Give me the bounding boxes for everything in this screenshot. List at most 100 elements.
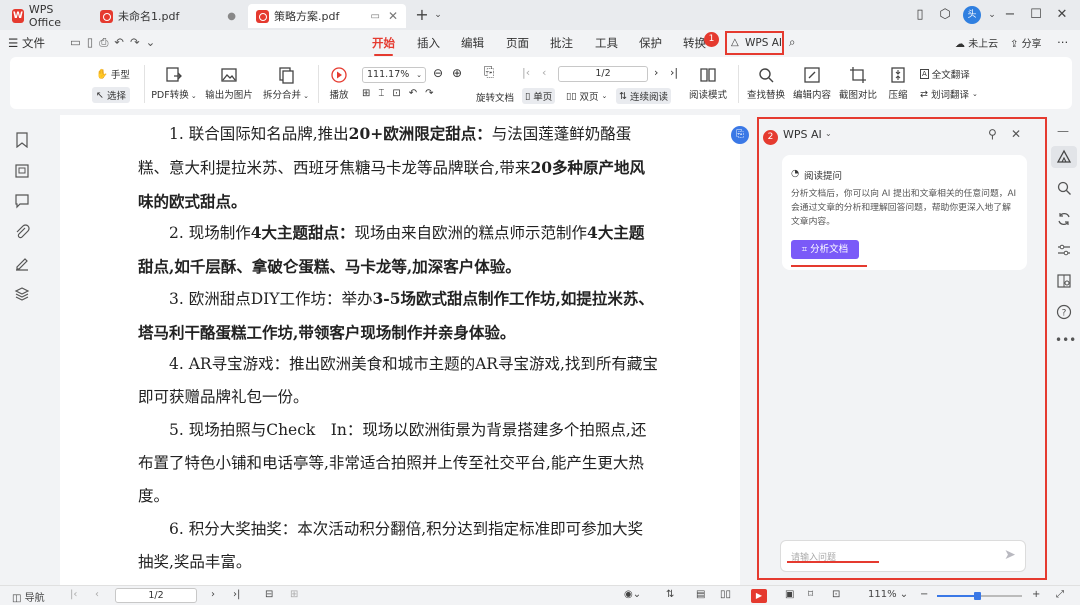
nav-toggle[interactable]: ◫ 导航 (12, 589, 45, 604)
single-page-button[interactable]: ▯ 单页 (522, 88, 556, 104)
cube-icon[interactable]: ⬡ (937, 7, 953, 23)
fit-icon[interactable]: ⎘ (484, 65, 494, 80)
menu-file[interactable]: ☰ 文件 (8, 35, 45, 51)
select-tool-button[interactable]: ↖ 选择 (92, 87, 130, 103)
prev-page-icon[interactable]: ‹ (95, 589, 99, 600)
play-status-icon[interactable]: ▶ (751, 589, 767, 603)
next-page-icon[interactable]: › (654, 66, 658, 79)
layers-icon[interactable] (14, 286, 30, 302)
single-view-icon[interactable]: ▤ (696, 589, 705, 600)
avatar[interactable]: 头 (963, 6, 981, 24)
play-button[interactable]: 播放 (324, 66, 354, 101)
menu-protect[interactable]: 保护 (639, 35, 662, 51)
sync-icon[interactable] (1056, 211, 1072, 227)
menu-start[interactable]: 开始 (372, 35, 395, 56)
search-icon[interactable] (1056, 180, 1072, 196)
view-tools-icons[interactable]: ⊞⌶⊡↶↷ (362, 88, 442, 99)
ai-float-icon[interactable]: ⎘ (731, 126, 749, 144)
prev-page-icon[interactable]: ‹ (542, 66, 546, 79)
wps-ai-icon[interactable] (1056, 149, 1072, 165)
export-image-button[interactable]: 输出为图片 (203, 66, 255, 101)
tab-window-icon[interactable]: ▭ (371, 11, 380, 22)
read-mode-button[interactable]: 阅读模式 (686, 66, 730, 101)
more-icon[interactable]: ••• (1055, 333, 1076, 347)
zoom-slider[interactable] (937, 592, 1022, 600)
layout-icon[interactable]: ▯ (912, 7, 928, 23)
tab-strategy-pdf[interactable]: 策略方案.pdf ▭ ✕ (248, 4, 406, 28)
status-page-input[interactable]: 1/2 (115, 588, 197, 603)
zoom-out-icon[interactable]: ⊖ (433, 66, 443, 80)
attachment-icon[interactable] (14, 224, 30, 240)
tab-close-icon[interactable]: ✕ (388, 9, 398, 23)
forward-icon[interactable]: ⊞ (290, 589, 298, 600)
menu-page[interactable]: 页面 (506, 35, 529, 51)
zoom-slider-thumb[interactable] (974, 592, 981, 600)
last-page-icon[interactable]: ›| (233, 589, 240, 600)
new-tab-button[interactable]: + (414, 7, 430, 23)
search-icon[interactable]: ⌕ (789, 35, 795, 50)
share-button[interactable]: ⇪ 分享 (1010, 35, 1042, 50)
close-icon[interactable]: ✕ (1011, 127, 1021, 141)
first-page-icon[interactable]: |‹ (70, 589, 77, 600)
zoom-out-icon[interactable]: − (920, 589, 928, 600)
more-icon[interactable]: ⋯ (1057, 35, 1069, 49)
back-icon[interactable]: ⊟ (265, 589, 273, 600)
menu-tools[interactable]: 工具 (595, 35, 618, 51)
fit-width-icon[interactable]: ⌑ (808, 589, 813, 600)
tab-wps-office[interactable]: W WPS Office (4, 3, 88, 29)
send-icon[interactable]: ➤ (1004, 547, 1016, 563)
split-merge-button[interactable]: 拆分合并 ⌄ (260, 66, 312, 101)
chevron-down-icon[interactable]: ⌄ (825, 129, 832, 138)
pin-icon[interactable]: ⚲ (988, 127, 997, 141)
last-page-icon[interactable]: ›| (670, 66, 678, 79)
signature-icon[interactable] (14, 255, 30, 271)
zoom-in-icon[interactable]: + (1032, 589, 1040, 600)
first-page-icon[interactable]: |‹ (522, 66, 530, 79)
actual-size-icon[interactable]: ⊡ (832, 589, 840, 600)
tab-unnamed-pdf[interactable]: 未命名1.pdf ● (92, 4, 244, 28)
pdf-convert-button[interactable]: PDF转换 ⌄ (150, 66, 198, 101)
continuous-view-icon[interactable]: ⇅ (666, 589, 674, 600)
wps-ai-menu-highlight[interactable]: △ WPS AI (725, 31, 784, 55)
zoom-select[interactable]: 111.17% ⌄ (362, 67, 426, 83)
edit-content-button[interactable]: 编辑内容 (790, 66, 834, 101)
full-translate-button[interactable]: A 全文翻译 (920, 67, 970, 81)
fit-page-icon[interactable]: ▣ (785, 589, 794, 600)
chevron-down-icon[interactable]: ⌄ (984, 7, 1000, 23)
menu-annotate[interactable]: 批注 (550, 35, 573, 51)
double-page-button[interactable]: ▯▯ 双页 ⌄ (566, 89, 607, 104)
compress-button[interactable]: 压缩 (882, 66, 914, 101)
tab-dot-icon[interactable]: ● (227, 11, 236, 22)
menu-edit[interactable]: 编辑 (461, 35, 484, 51)
menu-insert[interactable]: 插入 (417, 35, 440, 51)
continuous-read-button[interactable]: ⇅ 连续阅读 (616, 88, 671, 104)
find-replace-button[interactable]: 查找替换 (744, 66, 788, 101)
maximize-icon[interactable]: ☐ (1028, 7, 1044, 23)
screenshot-compare-button[interactable]: 截图对比 (836, 66, 880, 101)
chevron-down-icon[interactable]: ⌄ (430, 7, 446, 23)
close-icon[interactable]: ✕ (1054, 7, 1070, 23)
zoom-in-icon[interactable]: ⊕ (452, 66, 462, 80)
document-page[interactable]: 1. 联合国际知名品牌,推出20+欧洲限定甜点：与法国莲蓬鲜奶酪蛋糕、意大利提拉… (60, 115, 740, 585)
analyze-document-button[interactable]: ⌗ 分析文档 (791, 240, 859, 259)
minimize-icon[interactable]: − (1002, 7, 1018, 23)
settings-sliders-icon[interactable] (1056, 242, 1072, 258)
bookmark-icon[interactable] (14, 132, 30, 148)
next-page-icon[interactable]: › (211, 589, 215, 600)
hand-tool-button[interactable]: ✋ 手型 (96, 67, 130, 82)
rotate-doc-button[interactable]: 旋转文档 (476, 90, 514, 104)
help-icon[interactable]: ? (1056, 304, 1072, 320)
quick-access-toolbar[interactable]: ▭▯⎙↶↷⌄ (70, 35, 161, 50)
reader-icon[interactable] (1056, 273, 1072, 289)
page-input[interactable]: 1/2 (558, 66, 648, 82)
eye-icon[interactable]: ◉⌄ (624, 589, 641, 600)
thumbnail-icon[interactable] (14, 163, 30, 179)
menu-convert[interactable]: 转换 (683, 35, 706, 51)
ai-panel-title[interactable]: WPS AI (783, 128, 822, 141)
question-input[interactable]: 请输入问题 ➤ (780, 540, 1026, 572)
zoom-level[interactable]: 111% ⌄ (868, 589, 908, 600)
collapse-icon[interactable]: — (1057, 124, 1069, 138)
fullscreen-icon[interactable]: ⤢ (1056, 589, 1064, 600)
comment-icon[interactable] (14, 193, 30, 209)
cloud-status[interactable]: ☁ 未上云 (955, 35, 998, 50)
